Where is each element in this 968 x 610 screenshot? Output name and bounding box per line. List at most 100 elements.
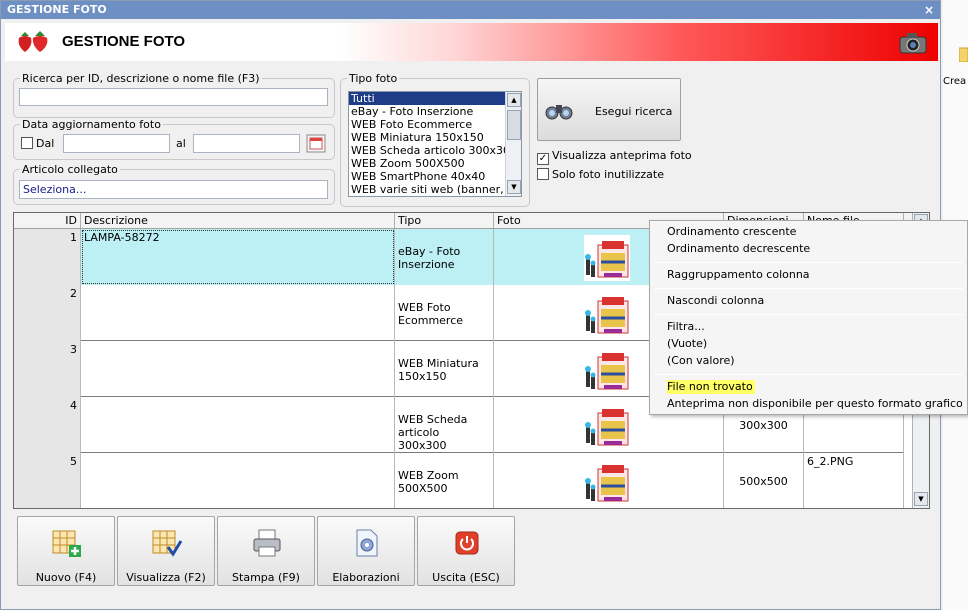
scroll-thumb[interactable] <box>507 110 521 140</box>
title-bar: GESTIONE FOTO × <box>1 1 940 19</box>
photo-thumbnail[interactable] <box>584 347 630 393</box>
context-menu: Ordinamento crescente Ordinamento decres… <box>649 220 968 415</box>
cell-tipo[interactable]: WEB Foto Ecommerce <box>395 285 494 341</box>
anteprima-check-icon[interactable]: ✓ <box>537 153 549 165</box>
tipo-foto-legend: Tipo foto <box>349 72 398 85</box>
al-label: al <box>176 137 186 150</box>
calendar-icon[interactable] <box>306 134 326 153</box>
articolo-select[interactable]: Seleziona... <box>19 180 328 199</box>
nuovo-label: Nuovo (F4) <box>35 571 97 584</box>
list-item[interactable]: eBay - Foto Inserzione <box>349 105 506 118</box>
list-item[interactable]: WEB SmartPhone 40x40 <box>349 170 506 183</box>
binoculars-icon <box>545 105 573 120</box>
menu-separator <box>654 374 963 375</box>
search-legend: Ricerca per ID, descrizione o nome file … <box>22 72 260 85</box>
cell-descrizione[interactable] <box>81 341 395 397</box>
photo-thumbnail[interactable] <box>584 235 630 281</box>
col-header-tipo[interactable]: Tipo <box>395 213 494 228</box>
power-icon <box>455 531 479 555</box>
photo-thumbnail[interactable] <box>584 459 630 505</box>
cell-id[interactable]: 4 <box>14 397 81 453</box>
elaborazioni-label: Elaborazioni <box>332 571 400 584</box>
cell-id[interactable]: 2 <box>14 285 81 341</box>
elaborazioni-button[interactable]: Elaborazioni <box>317 516 415 586</box>
search-input[interactable] <box>19 88 328 106</box>
visualizza-button[interactable]: Visualizza (F2) <box>117 516 215 586</box>
stampa-label: Stampa (F9) <box>232 571 300 584</box>
cell-tipo[interactable]: eBay - Foto Inserzione <box>395 229 494 285</box>
cell-descrizione[interactable]: LAMPA-58272 <box>81 229 395 285</box>
list-item[interactable]: WEB Zoom 500X500 <box>349 157 506 170</box>
menu-item-with-value[interactable]: (Con valore) <box>667 354 735 368</box>
cell-tipo[interactable]: WEB Zoom 500X500 <box>395 453 494 508</box>
inutilizzate-checkbox[interactable]: Solo foto inutilizzate <box>537 168 664 181</box>
col-header-id[interactable]: ID <box>14 213 81 228</box>
menu-item-sort-desc[interactable]: Ordinamento decrescente <box>667 242 810 256</box>
cell-id[interactable]: 5 <box>14 453 81 508</box>
search-button-label: Esegui ricerca <box>595 105 673 118</box>
cell-id[interactable]: 1 <box>14 229 81 285</box>
camera-icon <box>899 33 927 54</box>
add-grid-icon <box>52 530 81 557</box>
table-row[interactable]: 5 WEB Zoom 500X500 500x500 6_2.PNG <box>14 453 904 508</box>
cell-tipo[interactable]: WEB Miniatura 150x150 <box>395 341 494 397</box>
visualizza-label: Visualizza (F2) <box>126 571 206 584</box>
list-item[interactable]: Tutti <box>349 92 506 105</box>
inutilizzate-label: Solo foto inutilizzate <box>552 168 664 181</box>
articolo-legend: Articolo collegato <box>22 163 118 176</box>
cell-foto[interactable] <box>494 453 724 508</box>
strawberry-icon <box>18 31 48 52</box>
cell-tipo[interactable]: WEB Scheda articolo 300x300 <box>395 397 494 453</box>
view-grid-icon <box>152 530 183 557</box>
close-icon[interactable]: × <box>924 1 934 19</box>
menu-item-file-not-found[interactable]: File non trovato <box>667 380 755 394</box>
menu-separator <box>654 314 963 315</box>
process-document-icon <box>356 529 378 557</box>
window-title: GESTIONE FOTO <box>7 3 107 16</box>
cell-descrizione[interactable] <box>81 285 395 341</box>
list-item[interactable]: WEB varie siti web (banner, log <box>349 183 506 196</box>
scroll-up-icon[interactable]: ▲ <box>507 93 521 107</box>
anteprima-checkbox[interactable]: ✓ Visualizza anteprima foto <box>537 149 692 165</box>
col-header-descrizione[interactable]: Descrizione <box>81 213 395 228</box>
cell-nome-file[interactable]: 6_2.PNG <box>804 453 904 508</box>
uscita-button[interactable]: Uscita (ESC) <box>417 516 515 586</box>
list-item[interactable]: WEB Scheda articolo 300x300 <box>349 144 506 157</box>
printer-icon <box>253 529 281 557</box>
menu-separator <box>654 288 963 289</box>
list-scrollbar[interactable]: ▲ ▼ <box>505 92 521 196</box>
menu-item-hide-column[interactable]: Nascondi colonna <box>667 294 764 308</box>
nuovo-button[interactable]: Nuovo (F4) <box>17 516 115 586</box>
stampa-button[interactable]: Stampa (F9) <box>217 516 315 586</box>
cell-descrizione[interactable] <box>81 453 395 508</box>
list-item[interactable]: WEB Foto Ecommerce <box>349 118 506 131</box>
menu-item-filter[interactable]: Filtra... <box>667 320 705 334</box>
dal-checkbox[interactable]: Dal <box>21 137 54 150</box>
menu-item-preview-unavailable[interactable]: Anteprima non disponibile per questo for… <box>667 397 963 411</box>
photo-thumbnail[interactable] <box>584 403 630 449</box>
photo-thumbnail[interactable] <box>584 291 630 337</box>
scroll-down-icon[interactable]: ▼ <box>914 492 928 506</box>
tipo-foto-list[interactable]: Tutti eBay - Foto Inserzione WEB Foto Ec… <box>348 91 522 197</box>
cell-dimensioni[interactable]: 500x500 <box>724 453 804 508</box>
anteprima-label: Visualizza anteprima foto <box>552 149 692 162</box>
menu-item-sort-asc[interactable]: Ordinamento crescente <box>667 225 796 239</box>
list-item[interactable]: WEB Miniatura 150x150 <box>349 131 506 144</box>
search-button[interactable]: Esegui ricerca <box>537 78 681 141</box>
dal-label: Dal <box>36 137 55 150</box>
background-label: Crea <box>943 76 967 87</box>
date-legend: Data aggiornamento foto <box>22 118 161 131</box>
menu-item-group-column[interactable]: Raggruppamento colonna <box>667 268 810 282</box>
menu-item-empty[interactable]: (Vuote) <box>667 337 707 351</box>
date-to-input[interactable] <box>193 134 300 153</box>
inutilizzate-box[interactable] <box>537 168 549 180</box>
cell-id[interactable]: 3 <box>14 341 81 397</box>
dal-checkbox-box[interactable] <box>21 137 33 149</box>
cell-descrizione[interactable] <box>81 397 395 453</box>
uscita-label: Uscita (ESC) <box>432 571 500 584</box>
scroll-down-icon[interactable]: ▼ <box>507 180 521 194</box>
banner-title: GESTIONE FOTO <box>62 33 186 50</box>
folder-icon <box>959 47 968 62</box>
banner: GESTIONE FOTO <box>5 23 938 61</box>
date-from-input[interactable] <box>63 134 170 153</box>
